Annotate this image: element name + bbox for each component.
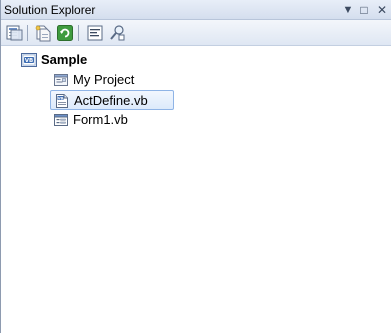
tree-node-label: Sample	[41, 52, 88, 67]
tree-node-form1-vb[interactable]: Form1.vb	[53, 110, 173, 130]
properties-icon	[6, 25, 23, 41]
solution-explorer-panel: Solution Explorer ▼ □ ✕ VB Sample My Pro…	[0, 0, 391, 333]
show-all-files-icon	[35, 25, 51, 42]
svg-text:VB: VB	[25, 58, 33, 64]
refresh-icon	[57, 25, 73, 41]
solution-toolbar	[1, 20, 391, 46]
window-menu-icon[interactable]: ▼	[341, 1, 355, 19]
solution-tree[interactable]: VB Sample My Project VB ActDefine.vb For…	[1, 46, 391, 333]
view-code-icon	[87, 25, 103, 41]
panel-titlebar[interactable]: Solution Explorer ▼ □ ✕	[1, 0, 391, 20]
tree-node-my-project[interactable]: My Project	[53, 70, 173, 90]
view-code-button[interactable]	[86, 24, 104, 42]
toolbar-separator	[78, 25, 79, 41]
tree-node-actdefine-vb[interactable]: VB ActDefine.vb	[50, 90, 174, 110]
svg-text:VB: VB	[58, 96, 64, 100]
tree-node-sample[interactable]: VB Sample	[21, 50, 141, 70]
tree-node-label: My Project	[73, 72, 135, 87]
tree-node-label: ActDefine.vb	[74, 93, 148, 108]
maximize-icon[interactable]: □	[357, 1, 371, 19]
close-icon[interactable]: ✕	[374, 1, 390, 19]
refresh-button[interactable]	[56, 24, 74, 42]
properties-button[interactable]	[5, 24, 23, 42]
tree-node-label: Form1.vb	[73, 112, 128, 127]
vb-project-icon: VB	[21, 53, 37, 67]
my-project-icon	[54, 74, 68, 86]
toolbar-separator	[27, 25, 28, 41]
class-diagram-button[interactable]	[108, 24, 126, 42]
vb-module-icon: VB	[56, 94, 68, 108]
show-all-files-button[interactable]	[34, 24, 52, 42]
panel-title: Solution Explorer	[4, 3, 96, 17]
class-diagram-icon	[110, 25, 125, 41]
vb-form-icon	[54, 114, 68, 126]
